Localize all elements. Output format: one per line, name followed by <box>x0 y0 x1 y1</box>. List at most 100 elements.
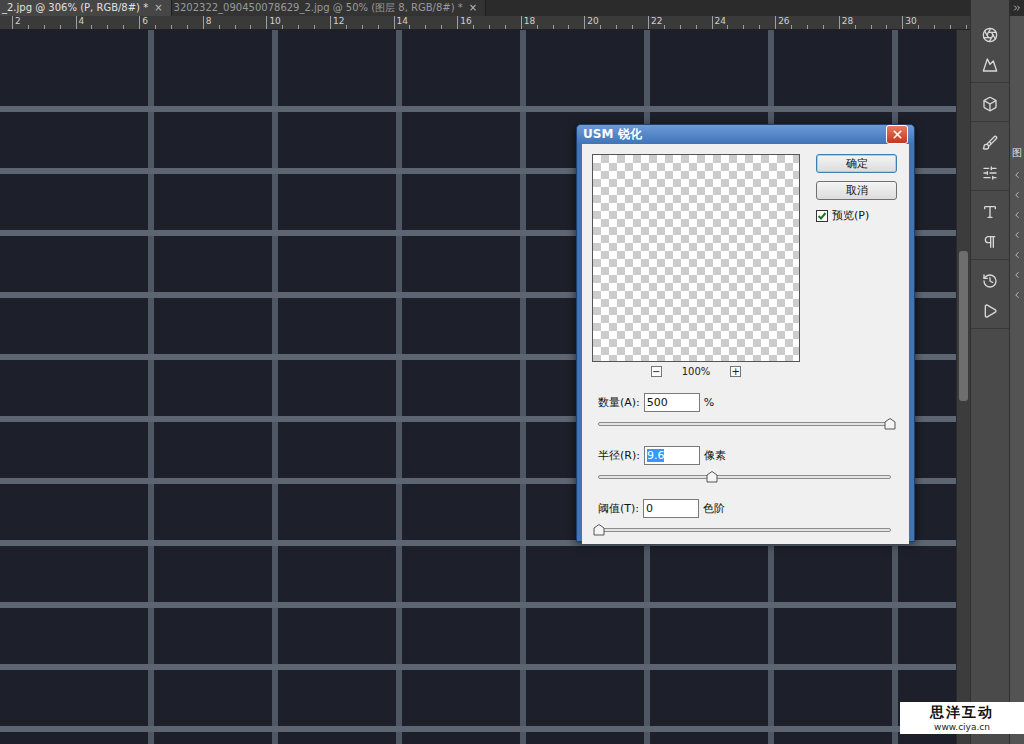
dock-group <box>971 128 1009 191</box>
field-unit: 像素 <box>704 448 726 463</box>
slider-thumb[interactable] <box>706 471 718 483</box>
ruler-tick: 30 <box>902 16 966 30</box>
dialog-button[interactable]: 取消 <box>816 181 897 200</box>
collapse-arrow-icon[interactable] <box>1012 210 1022 220</box>
unsharp-mask-dialog: USM 锐化−100%+确定取消预览(P)数量(A):500%半径(R):9.6… <box>576 124 915 542</box>
watermark: 思洋互动www.ciya.cn <box>900 702 1024 734</box>
dialog-title-bar[interactable]: USM 锐化 <box>577 125 914 144</box>
ruler-tick: 14 <box>394 16 458 30</box>
ruler-tick: 16 <box>457 16 521 30</box>
check-icon <box>817 211 827 221</box>
dock-group <box>971 89 1009 122</box>
expand-icon[interactable] <box>1012 3 1022 13</box>
play-icon <box>982 303 998 319</box>
zoom-in-button[interactable]: + <box>730 366 741 377</box>
collapse-arrow-icon[interactable] <box>1012 190 1022 200</box>
tab-close-button[interactable]: × <box>469 0 477 16</box>
side-panel: 图 <box>1010 0 1024 744</box>
ruler-tick: 22 <box>648 16 712 30</box>
field-input[interactable]: 9.6 <box>644 446 700 465</box>
aperture-icon <box>982 27 998 43</box>
document-tab[interactable]: 3202322_090450078629_2.jpg @ 50% (图层 8, … <box>172 0 487 16</box>
field-input[interactable]: 0 <box>643 499 699 518</box>
vertical-scrollbar[interactable] <box>956 30 970 744</box>
type-icon <box>982 204 998 220</box>
field-label: 数量(A): <box>598 395 640 410</box>
ruler-tick: 24 <box>712 16 776 30</box>
dock-button[interactable] <box>977 24 1003 46</box>
parameter-field: 阈值(T): 0 色阶 <box>592 499 897 536</box>
preview-checkbox[interactable] <box>816 210 828 222</box>
brush-icon <box>982 135 998 151</box>
field-label: 阈值(T): <box>598 501 639 516</box>
parameter-field: 半径(R): 9.6 像素 <box>592 446 897 483</box>
dialog-top: − 100% + 确定取消预览(P) <box>592 154 897 377</box>
field-input[interactable]: 500 <box>644 393 700 412</box>
button-column: 确定取消预览(P) <box>816 154 897 377</box>
zoom-row: − 100% + <box>651 366 742 377</box>
ruler-tick: 12 <box>330 16 394 30</box>
dock-button[interactable] <box>977 300 1003 322</box>
field-slider[interactable] <box>598 528 891 532</box>
dialog-body: −100%+确定取消预览(P)数量(A):500%半径(R):9.6像素阈值(T… <box>582 144 909 544</box>
watermark-url: www.ciya.cn <box>934 722 990 732</box>
slider-thumb[interactable] <box>593 524 605 536</box>
collapse-arrow-icon[interactable] <box>1012 250 1022 260</box>
dock-button[interactable] <box>977 201 1003 223</box>
paragraph-icon <box>982 234 998 250</box>
cube-icon <box>982 96 998 112</box>
watermark-title: 思洋互动 <box>930 704 994 722</box>
ruler-tick: 18 <box>521 16 585 30</box>
dialog-button[interactable]: 确定 <box>816 154 897 173</box>
levels-icon <box>982 57 998 73</box>
slider-thumb[interactable] <box>884 418 896 430</box>
dock-button[interactable] <box>977 270 1003 292</box>
dialog-title: USM 锐化 <box>583 126 642 143</box>
history-icon <box>982 273 998 289</box>
panel-label[interactable]: 图 <box>1012 146 1022 160</box>
dock-group <box>971 20 1009 83</box>
dock-group <box>971 266 1009 329</box>
close-icon <box>891 128 904 141</box>
ruler-tick: 20 <box>584 16 648 30</box>
ruler-tick: 6 <box>139 16 203 30</box>
document-tab[interactable]: _2.jpg @ 306% (P, RGB/8#) *× <box>0 0 172 16</box>
field-label: 半径(R): <box>598 448 640 463</box>
ruler-tick: 8 <box>203 16 267 30</box>
adjust-icon <box>982 165 998 181</box>
preview-column: − 100% + <box>592 154 800 377</box>
panel-dock <box>970 0 1010 744</box>
tab-close-button[interactable]: × <box>154 0 162 16</box>
parameter-field: 数量(A):500% <box>592 393 897 430</box>
field-unit: 色阶 <box>703 501 725 516</box>
dock-button[interactable] <box>977 93 1003 115</box>
dock-button[interactable] <box>977 231 1003 253</box>
zoom-out-button[interactable]: − <box>651 366 662 377</box>
dock-group <box>971 197 1009 260</box>
zoom-level: 100% <box>682 366 711 377</box>
close-button[interactable] <box>886 125 908 144</box>
collapse-arrow-icon[interactable] <box>1012 170 1022 180</box>
dock-button[interactable] <box>977 132 1003 154</box>
collapse-arrow-icon[interactable] <box>1012 230 1022 240</box>
field-slider[interactable] <box>598 475 891 479</box>
dock-button[interactable] <box>977 54 1003 76</box>
document-tab-bar: _2.jpg @ 306% (P, RGB/8#) *×3202322_0904… <box>0 0 970 16</box>
scrollbar-thumb[interactable] <box>959 251 968 401</box>
dock-button[interactable] <box>977 162 1003 184</box>
preview-checkbox-row[interactable]: 预览(P) <box>816 208 897 223</box>
collapse-arrow-icon[interactable] <box>1012 290 1022 300</box>
ruler-tick: 28 <box>839 16 903 30</box>
preview-image[interactable] <box>592 154 800 362</box>
field-row: 半径(R): 9.6 像素 <box>592 446 897 465</box>
field-row: 阈值(T): 0 色阶 <box>592 499 897 518</box>
field-slider[interactable] <box>598 422 891 426</box>
ruler-tick: 10 <box>266 16 330 30</box>
photoshop-window: _2.jpg @ 306% (P, RGB/8#) *×3202322_0904… <box>0 0 1024 744</box>
collapse-arrow-icon[interactable] <box>1012 270 1022 280</box>
field-row: 数量(A):500% <box>592 393 897 412</box>
panel-header <box>1010 0 1024 16</box>
horizontal-ruler: 24681012141618202224262830 <box>0 16 970 30</box>
ruler-tick: 2 <box>12 16 76 30</box>
ruler-tick: 4 <box>76 16 140 30</box>
